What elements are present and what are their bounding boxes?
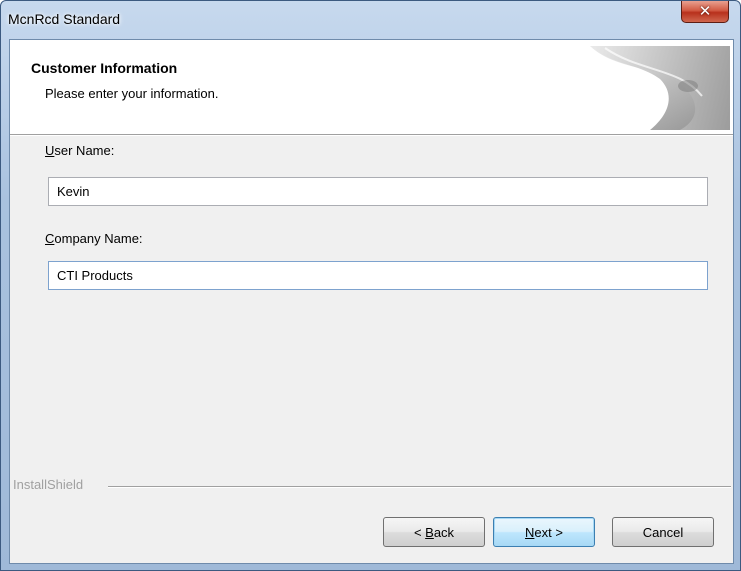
page-curl-graphic xyxy=(590,46,730,130)
user-name-label: User Name: xyxy=(45,143,115,158)
window-title: McnRcd Standard xyxy=(8,11,121,27)
close-button[interactable]: ✕ xyxy=(681,1,729,23)
installshield-label: InstallShield xyxy=(13,477,84,492)
cancel-button[interactable]: Cancel xyxy=(612,517,714,547)
installshield-branding: InstallShield xyxy=(10,477,733,495)
title-bar[interactable]: McnRcd Standard ✕ xyxy=(1,1,740,39)
close-icon: ✕ xyxy=(698,2,712,20)
page-title: Customer Information xyxy=(31,60,178,76)
installer-window: McnRcd Standard ✕ Customer Information P… xyxy=(0,0,741,571)
user-name-input[interactable] xyxy=(48,177,708,206)
company-name-label: Company Name: xyxy=(45,231,143,246)
separator-line xyxy=(108,486,731,488)
page-subtitle: Please enter your information. xyxy=(45,86,219,101)
dialog-header: Customer Information Please enter your i… xyxy=(10,40,733,135)
next-button[interactable]: Next > xyxy=(493,517,595,547)
dialog-client-area: Customer Information Please enter your i… xyxy=(9,39,734,564)
back-button[interactable]: < Back xyxy=(383,517,485,547)
company-name-input[interactable] xyxy=(48,261,708,290)
